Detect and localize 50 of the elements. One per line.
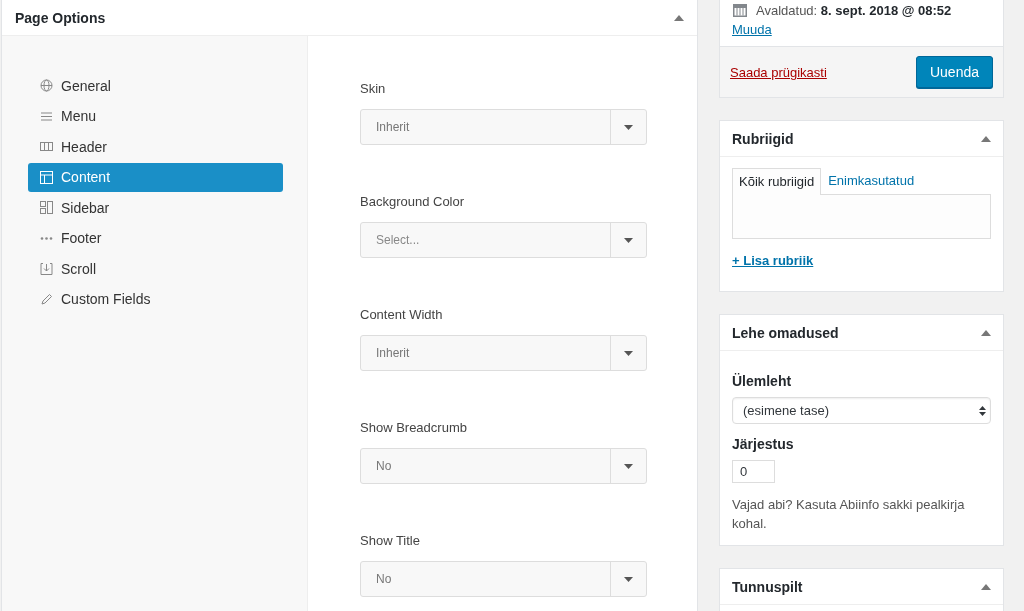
caret-icon (624, 237, 633, 243)
nav-item[interactable]: General (28, 71, 283, 100)
field-label: Background Color (360, 194, 466, 210)
field-label: Ülemleht (732, 373, 793, 389)
columns-icon (40, 140, 53, 153)
nav-item[interactable]: Footer (28, 223, 283, 253)
nav-item[interactable]: Custom Fields (28, 284, 283, 314)
box-title: Rubriigid (732, 130, 794, 147)
download-icon (40, 262, 53, 275)
select-field[interactable]: No (360, 561, 647, 597)
field-label: Järjestus (732, 436, 795, 452)
collapse-icon[interactable] (981, 329, 991, 336)
updown-arrows-icon (979, 405, 986, 416)
collapse-icon[interactable] (981, 583, 991, 590)
nav-item[interactable]: Content (28, 162, 283, 192)
collapse-icon[interactable] (674, 14, 684, 21)
nav-item[interactable]: Sidebar (28, 193, 283, 222)
field-label: Content Width (360, 307, 444, 323)
menu-icon (40, 109, 53, 123)
category-tab[interactable]: Kõik rubriigid (732, 168, 822, 195)
category-tab[interactable]: Enimkasutatud (821, 167, 922, 194)
help-text: Vajad abi? Kasuta Abiinfo sakki pealkirja kohal. (732, 496, 966, 533)
caret-icon (624, 463, 633, 469)
box-title: Tunnuspilt (732, 578, 803, 595)
nav-item[interactable]: Menu (28, 101, 283, 131)
trash-link[interactable]: Saada prügikasti (730, 64, 827, 80)
nav-item[interactable]: Header (28, 132, 283, 161)
collapse-icon[interactable] (981, 135, 991, 142)
panel-title: Page Options (15, 9, 106, 26)
order-input[interactable]: 0 (732, 460, 775, 483)
box-title: Lehe omadused (732, 324, 839, 341)
select-field[interactable]: Inherit (360, 335, 647, 371)
edit-link[interactable]: Muuda (732, 22, 772, 37)
field-label: Show Title (360, 533, 421, 549)
caret-icon (624, 350, 633, 356)
update-button[interactable]: Uuenda (915, 56, 993, 88)
field-label: Show Breadcrumb (360, 420, 468, 436)
nav-item[interactable]: Scroll (28, 254, 283, 283)
layout-icon (40, 170, 53, 184)
globe-icon (40, 79, 53, 92)
caret-icon (624, 124, 633, 130)
add-category-link[interactable]: + Lisa rubriik (732, 253, 814, 268)
parent-select[interactable]: (esimene tase) (732, 397, 991, 424)
select-field[interactable]: No (360, 448, 647, 484)
publish-date: Avaldatud: 8. sept. 2018 @ 08:52 (756, 2, 952, 18)
field-label: Skin (360, 81, 387, 97)
pencil-icon (40, 292, 53, 306)
grid-icon (40, 201, 53, 214)
select-field[interactable]: Inherit (360, 109, 647, 145)
caret-icon (624, 576, 633, 582)
